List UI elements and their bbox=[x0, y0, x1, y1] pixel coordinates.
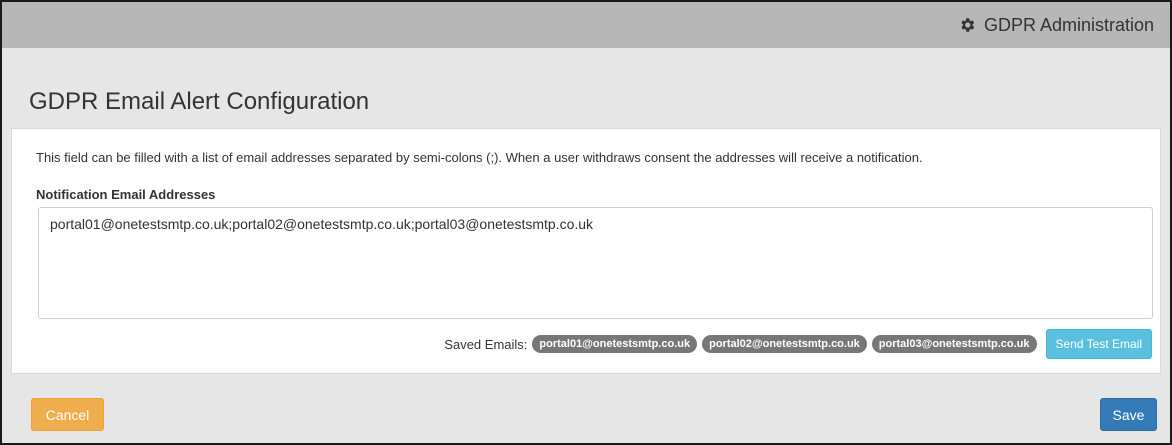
help-text: This field can be filled with a list of … bbox=[36, 150, 923, 165]
gear-icon bbox=[958, 16, 976, 34]
saved-email-badge: portal01@onetestsmtp.co.uk bbox=[532, 335, 698, 353]
header-title: GDPR Administration bbox=[983, 14, 1154, 35]
notification-email-field[interactable]: portal01@onetestsmtp.co.uk;portal02@onet… bbox=[38, 207, 1153, 319]
notification-email-label: Notification Email Addresses bbox=[36, 187, 216, 202]
config-panel: This field can be filled with a list of … bbox=[11, 128, 1161, 374]
saved-email-badge: portal02@onetestsmtp.co.uk bbox=[702, 335, 867, 353]
save-button[interactable]: Save bbox=[1100, 398, 1157, 431]
header-title-group: GDPR Administration bbox=[958, 15, 1154, 36]
send-test-email-button[interactable]: Send Test Email bbox=[1045, 329, 1152, 359]
page-title: GDPR Email Alert Configuration bbox=[29, 88, 370, 115]
saved-email-badge: portal03@onetestsmtp.co.uk bbox=[871, 335, 1037, 353]
top-bar: GDPR Administration bbox=[2, 2, 1170, 48]
cancel-button[interactable]: Cancel bbox=[31, 398, 104, 431]
saved-emails-label: Saved Emails: bbox=[444, 336, 528, 352]
saved-emails-row: Saved Emails: portal01@onetestsmtp.co.uk… bbox=[444, 329, 1152, 359]
app-frame: GDPR Administration GDPR Email Alert Con… bbox=[0, 0, 1172, 445]
